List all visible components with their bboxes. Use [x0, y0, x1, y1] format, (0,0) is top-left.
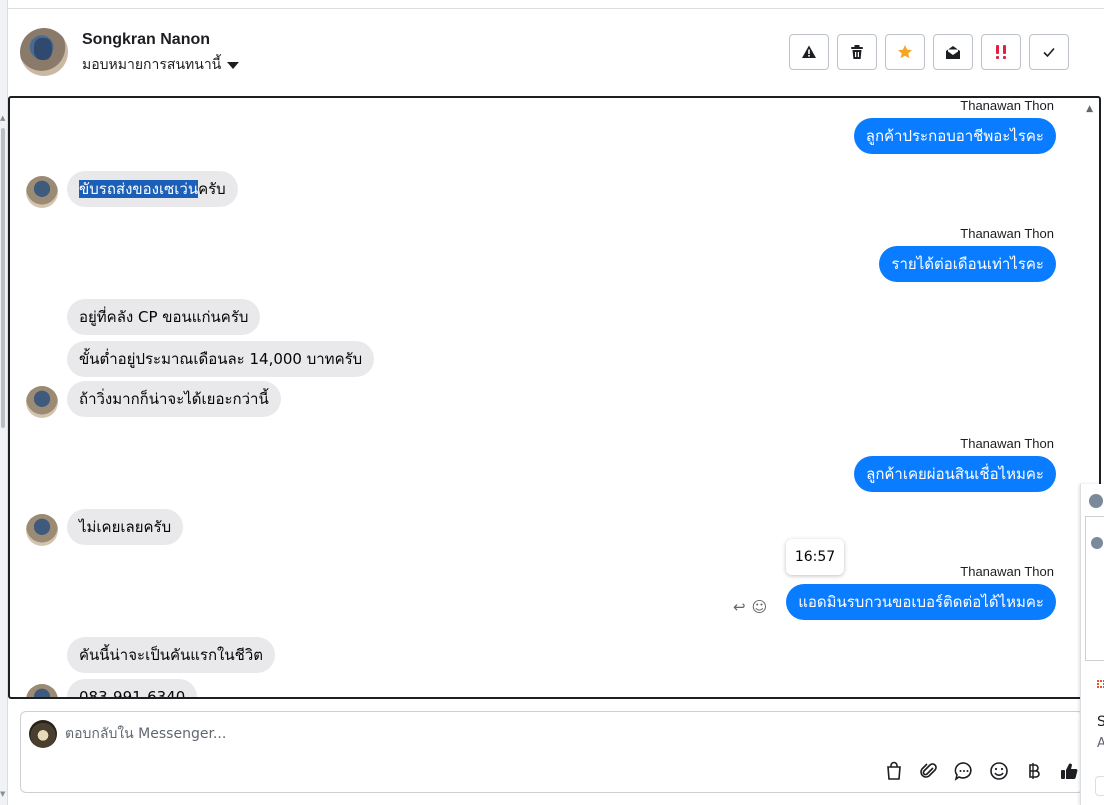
side-logo-icon [1097, 680, 1104, 688]
contact-avatar[interactable] [20, 28, 68, 76]
report-button[interactable] [789, 34, 829, 70]
side-avatar [1091, 537, 1103, 549]
sender-name: Thanawan Thon [960, 436, 1054, 451]
check-icon [1043, 47, 1055, 58]
side-text: A [1097, 736, 1104, 751]
top-divider [8, 0, 1104, 9]
selected-text: ขับรถส่งของเซเว่น [79, 180, 199, 198]
left-scrollbar-thumb[interactable] [1, 128, 5, 428]
left-gutter: ▲ ▼ [0, 0, 8, 805]
message-actions: ↩ ☺ [733, 598, 767, 616]
delete-button[interactable] [837, 34, 877, 70]
contact-avatar-small[interactable] [26, 684, 58, 697]
incoming-message[interactable]: คันนี้น่าจะเป็นคันแรกในชีวิต [67, 637, 275, 673]
reply-composer [20, 711, 1084, 793]
incoming-message[interactable]: อยู่ที่คลัง CP ขอนแก่นครับ [67, 299, 261, 335]
baht-icon[interactable] [1022, 759, 1046, 783]
side-text: S [1097, 714, 1104, 730]
sender-name: Thanawan Thon [960, 226, 1054, 241]
trash-icon [851, 45, 863, 59]
page-avatar [29, 720, 57, 748]
incoming-message[interactable]: ถ้าวิ่งมากก็น่าจะได้เยอะกว่านี้ [67, 381, 281, 417]
outgoing-message[interactable]: ลูกค้าเคยผ่อนสินเชื่อไหมคะ [854, 456, 1056, 492]
contact-name[interactable]: Songkran Nanon [82, 31, 210, 49]
reply-input[interactable] [65, 720, 825, 748]
side-chat-panel: S A [1080, 484, 1104, 805]
emoji-icon[interactable] [987, 759, 1011, 783]
sender-name: Thanawan Thon [960, 98, 1054, 113]
assign-label: มอบหมายการสนทนานี้ [82, 57, 222, 73]
star-icon [898, 45, 912, 59]
outgoing-message[interactable]: แอดมินรบกวนขอเบอร์ติดต่อได้ไหมคะ [786, 584, 1056, 620]
scroll-down-arrow-icon[interactable]: ▼ [0, 790, 5, 798]
composer-actions [882, 759, 1081, 783]
incoming-message[interactable]: 083-991-6340 [67, 679, 198, 697]
contact-avatar-small[interactable] [26, 176, 58, 208]
side-preview-box[interactable] [1085, 516, 1104, 661]
conversation-header: Songkran Nanon มอบหมายการสนทนานี้ [8, 9, 1104, 95]
star-button[interactable] [885, 34, 925, 70]
shopping-bag-icon[interactable] [882, 759, 906, 783]
outgoing-message[interactable]: ลูกค้าประกอบอาชีพอะไรคะ [853, 118, 1056, 154]
scroll-up-arrow-icon[interactable]: ▲ [0, 114, 5, 122]
message-text: ครับ [198, 180, 226, 198]
message-thread[interactable]: ▲ Thanawan Thon ลูกค้าประกอบอาชีพอะไรคะ … [8, 96, 1101, 699]
thumbs-up-icon[interactable] [1057, 759, 1081, 783]
contact-avatar-small[interactable] [26, 514, 58, 546]
incoming-message[interactable]: ขับรถส่งของเซเว่นครับ [67, 171, 238, 207]
caret-down-icon [227, 61, 240, 69]
side-button[interactable] [1095, 776, 1104, 796]
important-button[interactable] [981, 34, 1021, 70]
outgoing-message[interactable]: รายได้ต่อเดือนเท่าไรคะ [879, 246, 1056, 282]
incoming-message[interactable]: ไม่เคยเลยครับ [67, 509, 184, 545]
paperclip-icon[interactable] [917, 759, 941, 783]
side-avatar[interactable] [1089, 494, 1103, 508]
done-button[interactable] [1029, 34, 1069, 70]
react-emoji-icon[interactable]: ☺ [752, 598, 768, 616]
timestamp-tooltip: 16:57 [786, 539, 844, 575]
contact-avatar-small[interactable] [26, 386, 58, 418]
mark-unread-button[interactable] [933, 34, 973, 70]
reply-icon[interactable]: ↩ [733, 598, 746, 616]
exclamation-icon [996, 45, 1006, 59]
chat-bubble-icon[interactable] [952, 759, 976, 783]
warning-icon [802, 45, 816, 58]
assign-conversation-dropdown[interactable]: มอบหมายการสนทนานี้ [82, 54, 240, 76]
thread-scroll-up-icon[interactable]: ▲ [1086, 104, 1093, 114]
envelope-open-icon [946, 46, 960, 59]
conversation-toolbar [789, 34, 1069, 70]
sender-name: Thanawan Thon [960, 564, 1054, 579]
incoming-message[interactable]: ขั้นต่ำอยู่ประมาณเดือนละ 14,000 บาทครับ [67, 341, 375, 377]
